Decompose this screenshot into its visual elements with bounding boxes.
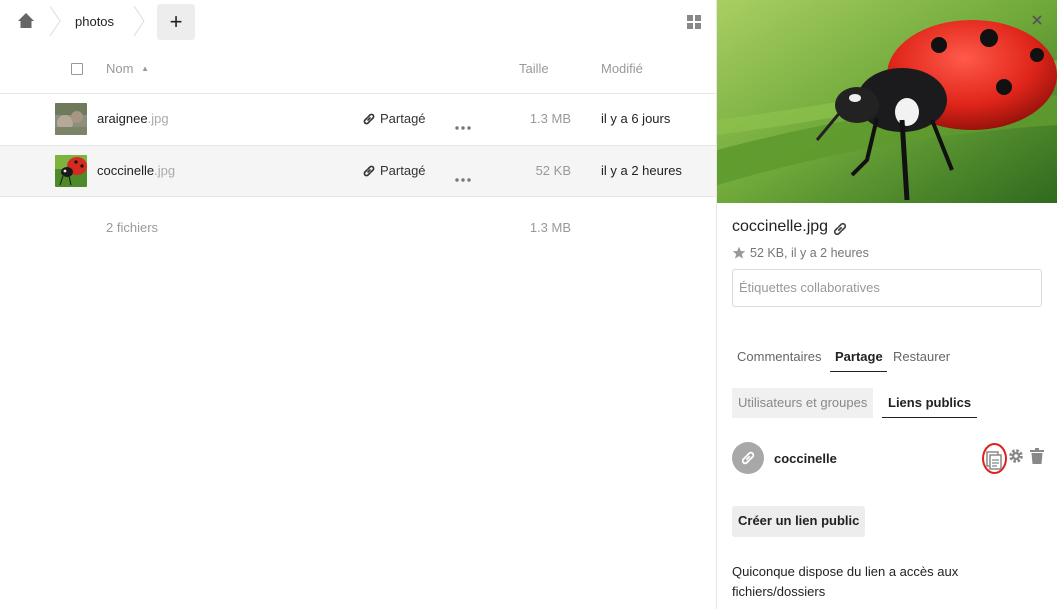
file-thumbnail (55, 103, 87, 135)
clipboard-icon[interactable] (984, 446, 1004, 472)
link-icon (741, 451, 755, 465)
breadcrumb-separator (133, 5, 145, 37)
link-icon[interactable] (832, 221, 848, 237)
more-actions-icon[interactable] (455, 170, 471, 182)
tab-comments[interactable]: Commentaires (737, 349, 822, 371)
file-thumbnail (55, 155, 87, 187)
file-modified: il y a 2 heures (601, 163, 682, 178)
trash-icon[interactable] (1030, 448, 1044, 464)
public-link-avatar (732, 442, 764, 474)
file-name[interactable]: araignee.jpg (97, 111, 169, 126)
file-extension: .jpg (154, 163, 176, 178)
star-icon[interactable] (732, 246, 746, 260)
divider (0, 196, 716, 197)
file-extension: .jpg (147, 111, 169, 126)
share-label: Partagé (380, 163, 426, 178)
public-link-hint: Quiconque dispose du lien a accès aux fi… (732, 564, 959, 599)
breadcrumb-photos[interactable]: photos (75, 14, 114, 29)
create-public-link-button[interactable]: Créer un lien public (732, 506, 866, 537)
subtab-users-groups[interactable]: Utilisateurs et groupes (732, 388, 874, 418)
link-icon (363, 113, 375, 124)
subtab-public-links[interactable]: Liens publics (882, 388, 978, 418)
tab-restore[interactable]: Restaurer (893, 349, 950, 371)
share-button[interactable]: Partagé (362, 163, 426, 178)
gear-icon[interactable] (1007, 447, 1025, 465)
share-label: Partagé (380, 111, 426, 126)
select-all-checkbox[interactable] (71, 63, 83, 75)
file-size: 52 KB (535, 163, 571, 178)
grid-view-icon[interactable] (687, 15, 701, 29)
sort-by-size[interactable]: Taille (519, 61, 549, 76)
total-size-summary: 1.3 MB (529, 220, 571, 235)
file-modified: il y a 6 jours (601, 111, 671, 126)
file-count-summary: 2 fichiers (106, 220, 159, 235)
details-sidebar: coccinelle.jpg 52 KB, il y a 2 heures Ét… (716, 0, 1057, 609)
image-preview (717, 0, 1057, 203)
plus-icon: + (169, 9, 183, 34)
file-size: 1.3 MB (529, 111, 571, 126)
tab-sharing[interactable]: Partage (830, 349, 887, 372)
link-icon (363, 165, 375, 176)
file-basename: coccinelle (97, 163, 155, 178)
new-file-button[interactable]: + (157, 4, 195, 40)
more-actions-icon[interactable] (455, 118, 471, 130)
file-meta-text: 52 KB, il y a 2 heures (750, 246, 869, 260)
file-row-coccinelle[interactable]: coccinelle.jpg Partagé 52 KB il y a 2 he… (0, 146, 716, 197)
share-button[interactable]: Partagé (362, 111, 426, 126)
public-link-name: coccinelle (774, 451, 837, 466)
breadcrumb-separator (49, 5, 61, 37)
close-icon[interactable] (1031, 14, 1043, 26)
collaborative-tags-input[interactable]: Étiquettes collaboratives (732, 269, 1042, 307)
file-list-panel: photos + Nom ▲ Taille Modifié araignee.j… (0, 0, 716, 609)
file-row-araignee[interactable]: araignee.jpg Partagé 1.3 MB il y a 6 jou… (0, 94, 716, 145)
sort-up-icon: ▲ (141, 64, 149, 73)
file-meta: 52 KB, il y a 2 heures (732, 246, 869, 260)
home-icon[interactable] (17, 12, 35, 30)
sort-by-modified[interactable]: Modifié (601, 61, 643, 76)
sidebar-filename: coccinelle.jpg (732, 218, 829, 235)
file-basename: araignee (97, 111, 148, 126)
header-name-label: Nom (106, 61, 134, 76)
file-name[interactable]: coccinelle.jpg (97, 163, 175, 178)
sort-by-name[interactable]: Nom ▲ (106, 61, 149, 76)
